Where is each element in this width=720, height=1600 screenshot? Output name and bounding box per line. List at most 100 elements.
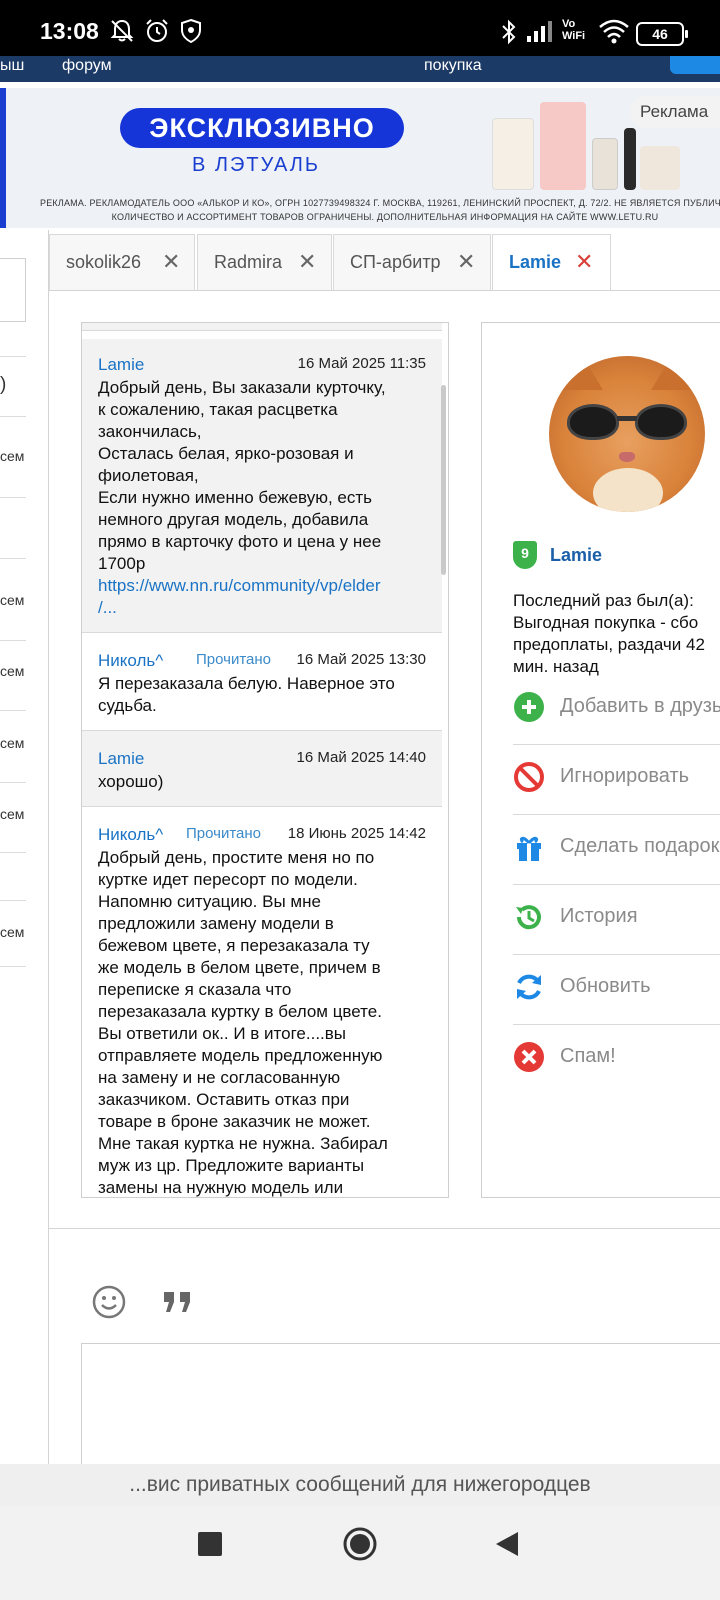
- level-badge: 9: [513, 541, 537, 569]
- close-icon[interactable]: ✕: [298, 249, 316, 275]
- action-label: Сделать подарок: [560, 835, 720, 857]
- ad-product-image: [592, 138, 618, 190]
- message-body: Добрый день, простите меня но по куртке …: [98, 848, 388, 1197]
- message-input[interactable]: [81, 1343, 720, 1483]
- close-icon[interactable]: ✕: [162, 249, 180, 275]
- close-icon[interactable]: ✕: [575, 249, 593, 275]
- ad-product-image: [624, 128, 636, 190]
- left-column-divider: [0, 852, 26, 853]
- ad-product-image: [492, 118, 534, 190]
- left-column-divider: [0, 640, 26, 641]
- action-label: История: [560, 905, 638, 927]
- refresh-button[interactable]: Обновить: [513, 955, 720, 1025]
- wifi-icon: [599, 19, 629, 44]
- status-time: 13:08: [40, 18, 99, 44]
- home-button[interactable]: [342, 1526, 378, 1562]
- message-date: 16 Май 2025 11:35: [297, 355, 426, 372]
- block-icon: [514, 762, 544, 792]
- left-column-fragment: ): [0, 374, 7, 395]
- message-date: 16 Май 2025 13:30: [296, 651, 426, 668]
- nav-item-purchase[interactable]: покупка: [424, 57, 482, 75]
- message-author[interactable]: Николь^: [98, 651, 163, 671]
- left-column-divider: [0, 558, 26, 559]
- ad-label: Реклама: [630, 96, 720, 128]
- profile-name[interactable]: Lamie: [550, 545, 602, 566]
- add-friend-icon: [514, 692, 544, 722]
- avatar-nose: [619, 452, 635, 462]
- history-button[interactable]: История: [513, 885, 720, 955]
- tab-label: sokolik26: [66, 252, 142, 272]
- gift-button[interactable]: Сделать подарок: [513, 815, 720, 885]
- message-body: Добрый день, Вы заказали курточку, к сож…: [98, 378, 386, 573]
- vowifi-indicator: Vo WiFi: [562, 18, 586, 42]
- ad-banner[interactable]: ЭКСКЛЮЗИВНО В ЛЭТУАЛЬ Реклама РЕКЛАМА. Р…: [0, 88, 720, 228]
- left-column-divider: [0, 900, 26, 901]
- message-body: хорошо): [98, 772, 164, 791]
- left-column-fragment: сем: [0, 448, 25, 464]
- back-button[interactable]: [494, 1530, 520, 1558]
- ad-product-image: [540, 102, 586, 190]
- message-date: 16 Май 2025 14:40: [296, 749, 426, 766]
- message-thread[interactable]: Lamie 16 Май 2025 11:35 Добрый день, Вы …: [81, 322, 449, 1198]
- ad-headline: ЭКСКЛЮЗИВНО: [120, 108, 404, 148]
- message-item: Николь^ Прочитано 18 Июнь 2025 14:42 Доб…: [82, 807, 442, 1197]
- tab-baseline: [48, 290, 720, 291]
- smiley-icon[interactable]: [92, 1285, 126, 1319]
- message-author[interactable]: Николь^: [98, 825, 163, 845]
- scrollbar-thumb[interactable]: [441, 385, 446, 575]
- left-column-fragment: сем: [0, 663, 25, 679]
- site-nav-strip: ыш форум покупка: [0, 56, 720, 82]
- ignore-button[interactable]: Игнорировать: [513, 745, 720, 815]
- tab-label: Radmira: [214, 252, 283, 272]
- close-icon[interactable]: ✕: [457, 249, 475, 275]
- action-label: Добавить в друзья: [560, 695, 720, 717]
- mute-icon: [110, 19, 134, 42]
- avatar-ear: [651, 356, 699, 390]
- message-item: Lamie 16 Май 2025 11:35 Добрый день, Вы …: [82, 339, 442, 633]
- avatar-ear: [555, 356, 603, 390]
- spam-button[interactable]: Спам!: [513, 1025, 720, 1095]
- left-column-divider: [0, 710, 26, 711]
- read-status: Прочитано: [196, 651, 271, 668]
- signal-icon: [527, 21, 552, 42]
- left-column-divider: [0, 782, 26, 783]
- avatar[interactable]: [549, 356, 705, 512]
- tab-sp-arbitr[interactable]: СП-арбитр ✕: [333, 234, 491, 290]
- composer-divider: [48, 1228, 720, 1229]
- left-column-input[interactable]: [0, 258, 26, 322]
- message-item: [82, 323, 442, 331]
- ad-legal-text: РЕКЛАМА. РЕКЛАМОДАТЕЛЬ ООО «АЛЬКОР И КО»…: [40, 198, 720, 222]
- shield-icon: [181, 18, 201, 44]
- tab-lamie[interactable]: Lamie ✕: [492, 234, 611, 290]
- tab-label: Lamie: [509, 252, 562, 272]
- nav-item-partial[interactable]: ыш: [0, 57, 24, 75]
- read-status: Прочитано: [186, 825, 261, 842]
- alarm-icon: [146, 19, 168, 42]
- message-item: Lamie 16 Май 2025 14:40 хорошо): [82, 731, 442, 807]
- tab-sokolik26[interactable]: sokolik26 ✕: [49, 234, 195, 290]
- url-bar[interactable]: ...вис приватных сообщений для нижегород…: [0, 1464, 720, 1506]
- action-label: Игнорировать: [560, 765, 690, 787]
- gift-icon: [517, 836, 541, 861]
- quote-icon[interactable]: [162, 1290, 194, 1314]
- message-author[interactable]: Lamie: [98, 749, 144, 769]
- message-author[interactable]: Lamie: [98, 355, 144, 375]
- add-friend-button[interactable]: Добавить в друзья: [513, 675, 720, 745]
- nav-item-forum[interactable]: форум: [62, 57, 112, 75]
- ad-product-image: [640, 146, 680, 190]
- ad-stripe: [0, 88, 6, 228]
- status-bar: 13:08 Vo WiFi 46: [0, 0, 720, 56]
- recents-button[interactable]: [198, 1532, 222, 1556]
- avatar-sunglasses: [567, 404, 619, 440]
- avatar-sunglasses-bridge: [617, 416, 637, 421]
- message-link[interactable]: https://www.nn.ru/community/vp/elder /..…: [98, 575, 428, 619]
- avatar-chest: [593, 468, 663, 512]
- action-label: Обновить: [560, 975, 651, 997]
- history-icon: [516, 905, 541, 930]
- battery-indicator: 46: [636, 22, 688, 46]
- tab-label: СП-арбитр: [350, 252, 441, 272]
- last-seen-text: Последний раз был(а): Выгодная покупка -…: [513, 591, 705, 676]
- nav-menu-button[interactable]: [670, 56, 720, 74]
- tab-radmira[interactable]: Radmira ✕: [197, 234, 332, 290]
- content-divider: [48, 230, 49, 1470]
